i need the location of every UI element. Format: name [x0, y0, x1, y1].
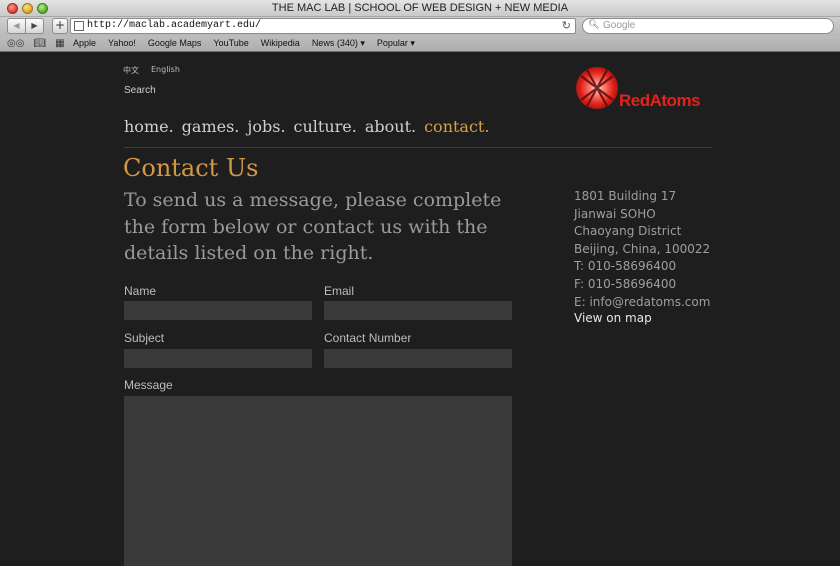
- search-link[interactable]: Search: [124, 85, 156, 96]
- address-line-4: Beijing, China, 100022: [574, 241, 711, 256]
- nav-about[interactable]: about.: [365, 117, 416, 136]
- top-sites-grid-icon[interactable]: ▦: [55, 38, 64, 49]
- bookmark-popular[interactable]: Popular ▾: [377, 38, 415, 49]
- telephone: T: 010-58696400: [574, 259, 677, 274]
- redatoms-logo[interactable]: RedAtoms: [575, 66, 701, 116]
- contact-number-field[interactable]: [324, 349, 512, 368]
- bookmark-wikipedia[interactable]: Wikipedia: [261, 38, 300, 49]
- main-navigation: home. games. jobs. culture. about. conta…: [124, 117, 489, 136]
- window-title: THE MAC LAB | SCHOOL OF WEB DESIGN + NEW…: [271, 2, 569, 14]
- language-switcher: 中文 English: [123, 65, 180, 76]
- add-bookmark-button[interactable]: +: [52, 18, 68, 34]
- web-page: 中文 English Search RedAtoms home. games. …: [0, 53, 840, 566]
- nav-home[interactable]: home.: [124, 117, 174, 136]
- reload-icon[interactable]: ↻: [562, 19, 571, 32]
- url-text[interactable]: http://maclab.academyart.edu/: [87, 20, 261, 31]
- favicon-icon: [74, 21, 84, 31]
- bookmark-yahoo[interactable]: Yahoo!: [108, 38, 136, 49]
- fax: F: 010-58696400: [574, 276, 677, 291]
- search-placeholder: Google: [603, 20, 636, 31]
- atom-logo-icon: [576, 67, 618, 109]
- email-address[interactable]: E: info@redatoms.com: [574, 294, 710, 312]
- name-label: Name: [124, 284, 157, 298]
- forward-arrow-icon[interactable]: ▶: [26, 19, 43, 33]
- contact-details: 1801 Building 17 Jianwai SOHO Chaoyang D…: [574, 188, 710, 311]
- address-bar[interactable]: http://maclab.academyart.edu/ ↻: [70, 18, 576, 34]
- lang-chinese-link[interactable]: 中文: [123, 65, 139, 76]
- lang-english-link[interactable]: English: [151, 65, 180, 76]
- subject-field[interactable]: [124, 349, 312, 368]
- view-on-map-link[interactable]: View on map: [574, 311, 652, 325]
- browser-toolbar: ◀ ▶ + http://maclab.academyart.edu/ ↻ 🔍︎…: [0, 17, 840, 36]
- bookmark-google-maps[interactable]: Google Maps: [148, 38, 202, 49]
- nav-contact[interactable]: contact.: [424, 117, 489, 136]
- nav-divider: [124, 147, 712, 148]
- bookmark-youtube[interactable]: YouTube: [213, 38, 248, 49]
- subject-label: Subject: [124, 331, 165, 345]
- search-field[interactable]: 🔍︎ Google: [582, 18, 834, 34]
- bookmarks-bar: ◎◎ 📖︎ ▦ Apple Yahoo! Google Maps YouTube…: [0, 36, 840, 52]
- search-icon[interactable]: 🔍︎: [588, 20, 599, 30]
- window-titlebar: THE MAC LAB | SCHOOL OF WEB DESIGN + NEW…: [0, 0, 840, 17]
- email-label: Email: [324, 284, 355, 298]
- address-line-2: Jianwai SOHO: [574, 206, 656, 221]
- back-forward-buttons: ◀ ▶: [7, 18, 44, 34]
- name-field[interactable]: [124, 301, 312, 320]
- nav-games[interactable]: games.: [182, 117, 240, 136]
- logo-wordmark: RedAtoms: [619, 91, 701, 110]
- address-line-3: Chaoyang District: [574, 224, 682, 239]
- intro-text: To send us a message, please complete th…: [124, 189, 502, 264]
- nav-culture[interactable]: culture.: [294, 117, 357, 136]
- message-label: Message: [124, 378, 173, 392]
- page-title: Contact Us: [123, 154, 259, 182]
- contact-number-label: Contact Number: [324, 331, 412, 345]
- message-field[interactable]: [124, 396, 512, 566]
- bookmarks-book-icon[interactable]: 📖︎: [33, 38, 46, 49]
- email-field[interactable]: [324, 301, 512, 320]
- bookmark-apple[interactable]: Apple: [73, 38, 96, 49]
- bookmark-news[interactable]: News (340) ▾: [312, 38, 365, 49]
- reading-list-icon[interactable]: ◎◎: [7, 38, 24, 49]
- address-line-1: 1801 Building 17: [574, 189, 677, 203]
- nav-jobs[interactable]: jobs.: [247, 117, 285, 136]
- back-arrow-icon[interactable]: ◀: [8, 19, 26, 33]
